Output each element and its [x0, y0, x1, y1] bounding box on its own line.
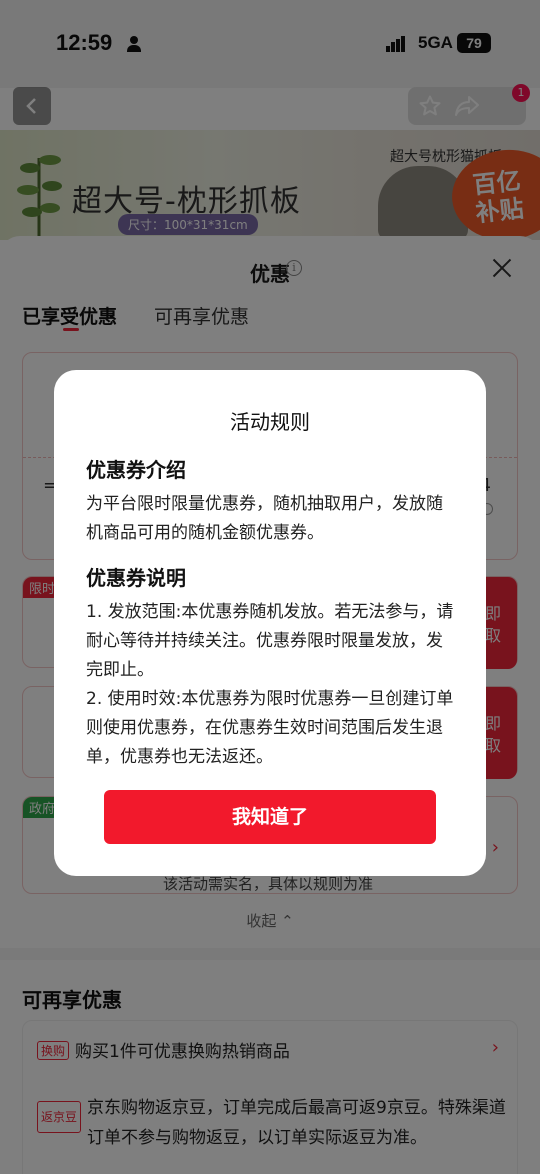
confirm-button[interactable]: 我知道了 [104, 790, 436, 844]
section-heading: 优惠券说明 [86, 566, 186, 590]
dialog-title: 活动规则 [230, 410, 310, 434]
rules-dialog: 活动规则 优惠券介绍 为平台限时限量优惠券，随机抽取用户，发放随机商品可用的随机… [54, 370, 486, 876]
section-text: 2. 使用时效:本优惠券为限时优惠券一旦创建订单则使用优惠券，在优惠券生效时间范… [86, 689, 454, 767]
section-heading: 优惠券介绍 [86, 458, 186, 482]
watermark: 线报酷-new.xianbao.fun [170, 850, 378, 871]
section-text: 为平台限时限量优惠券，随机抽取用户，发放随机商品可用的随机金额优惠券。 [86, 494, 443, 543]
dialog-body: 优惠券介绍 为平台限时限量优惠券，随机抽取用户，发放随机商品可用的随机金额优惠券… [86, 454, 458, 772]
section-text: 1. 发放范围:本优惠券随机发放。若无法参与，请耐心等待并持续关注。优惠券限时限… [86, 602, 454, 680]
